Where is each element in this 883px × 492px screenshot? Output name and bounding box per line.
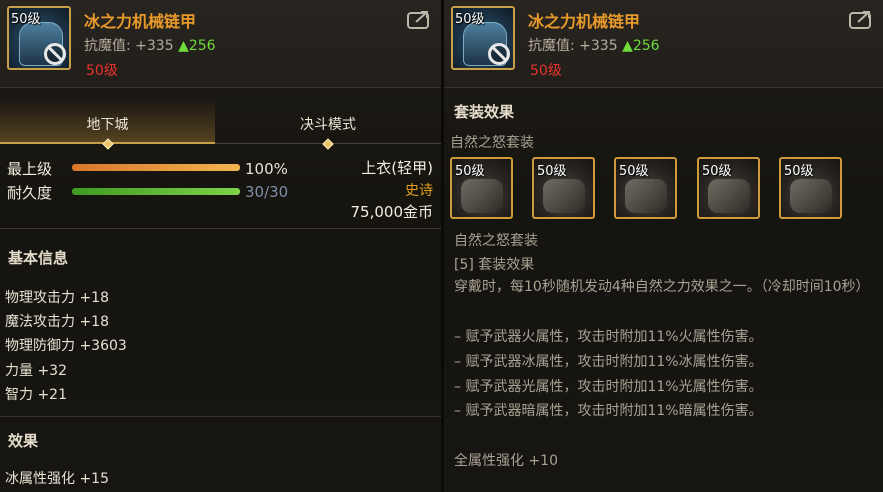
unusable-icon <box>44 43 66 65</box>
set-desc-count: [5] 套装效果 <box>454 257 535 273</box>
unusable-icon <box>488 43 510 65</box>
required-level: 50级 <box>530 63 562 79</box>
set-item-slot[interactable]: 50级 <box>697 157 760 219</box>
durability-label: 耐久度 <box>7 184 53 202</box>
sell-price: 75,000金币 <box>350 203 434 221</box>
tab-label: 地下城 <box>86 117 129 133</box>
mode-tabs: 地下城 决斗模式 <box>0 100 441 150</box>
tab-dungeon[interactable]: 地下城 <box>0 100 215 150</box>
set-piece-icon <box>543 179 585 213</box>
item-icon[interactable]: 50级 <box>451 6 515 70</box>
upgrade-value: 100% <box>245 160 288 178</box>
resist-value: 抗魔值: +335 ▲256 <box>84 35 216 55</box>
stat-line: 物理攻击力 +18 <box>5 290 109 306</box>
tab-pvp[interactable]: 决斗模式 <box>215 100 441 150</box>
set-effect-line: – 赋予武器光属性，攻击时附加11%光属性伤害。 <box>454 379 763 395</box>
set-item-level: 50级 <box>455 164 485 179</box>
stat-line: 智力 +21 <box>5 387 67 403</box>
set-item-slot[interactable]: 50级 <box>532 157 595 219</box>
set-piece-icon <box>625 179 667 213</box>
resist-value: 抗魔值: +335 ▲256 <box>528 35 660 55</box>
share-icon[interactable] <box>407 9 431 29</box>
set-item-slot[interactable]: 50级 <box>779 157 842 219</box>
set-effect-title: 套装效果 <box>454 103 515 121</box>
set-item-slot[interactable]: 50级 <box>614 157 677 219</box>
slot-type: 上衣(轻甲) <box>361 159 433 177</box>
upgrade-label: 最上级 <box>7 160 53 178</box>
set-item-level: 50级 <box>784 164 814 179</box>
set-item-level: 50级 <box>702 164 732 179</box>
resist-delta: ▲256 <box>178 38 216 54</box>
tab-label: 决斗模式 <box>300 117 356 133</box>
durability-bar-fill <box>72 188 240 195</box>
durability-value: 30/30 <box>245 183 289 201</box>
item-tooltip-right: 50级 冰之力机械链甲 抗魔值: +335 ▲256 50级 套装效果 自然之怒… <box>444 0 883 492</box>
stat-line: 物理防御力 +3603 <box>5 338 127 354</box>
set-piece-icon <box>790 179 832 213</box>
tab-diamond-icon <box>101 138 114 150</box>
icon-level-label: 50级 <box>11 12 41 27</box>
set-effect-line: – 赋予武器冰属性，攻击时附加11%冰属性伤害。 <box>454 354 763 370</box>
resist-delta: ▲256 <box>622 38 660 54</box>
tab-diamond-icon <box>322 138 334 150</box>
item-tooltip-left: 50级 冰之力机械链甲 抗魔值: +335 ▲256 50级 地下城 决斗模式 … <box>0 0 441 492</box>
stat-line: 力量 +32 <box>5 363 67 379</box>
set-desc-main: 穿戴时，每10秒随机发动4种自然之力效果之一。（冷却时间10秒） <box>454 279 870 295</box>
set-bonus-line: 全属性强化 +10 <box>454 453 558 469</box>
icon-level-label: 50级 <box>455 12 485 27</box>
set-desc-name: 自然之怒套装 <box>454 233 538 249</box>
basic-info-title: 基本信息 <box>8 249 69 267</box>
divider <box>0 228 441 229</box>
effect-line: 冰属性强化 +15 <box>5 471 109 487</box>
set-piece-icon <box>461 179 503 213</box>
set-name: 自然之怒套装 <box>450 135 534 151</box>
durability-bar <box>72 188 240 195</box>
set-effect-line: – 赋予武器暗属性，攻击时附加11%暗属性伤害。 <box>454 403 763 419</box>
set-piece-icon <box>708 179 750 213</box>
set-item-level: 50级 <box>619 164 649 179</box>
item-header: 50级 冰之力机械链甲 抗魔值: +335 ▲256 50级 <box>0 0 441 88</box>
upgrade-bar-fill <box>72 164 240 171</box>
upgrade-bar <box>72 164 240 171</box>
stat-line: 魔法攻击力 +18 <box>5 314 109 330</box>
item-icon[interactable]: 50级 <box>7 6 71 70</box>
rarity-label: 史诗 <box>405 183 433 199</box>
item-name: 冰之力机械链甲 <box>528 12 641 31</box>
share-icon[interactable] <box>849 9 873 29</box>
item-header: 50级 冰之力机械链甲 抗魔值: +335 ▲256 50级 <box>444 0 883 88</box>
set-item-level: 50级 <box>537 164 567 179</box>
set-item-slot[interactable]: 50级 <box>450 157 513 219</box>
item-name: 冰之力机械链甲 <box>84 12 197 31</box>
required-level: 50级 <box>86 63 118 79</box>
resist-label: 抗魔值: +335 <box>84 38 174 54</box>
effects-title: 效果 <box>8 432 39 450</box>
set-effect-line: – 赋予武器火属性，攻击时附加11%火属性伤害。 <box>454 329 763 345</box>
divider <box>0 416 441 417</box>
resist-label: 抗魔值: +335 <box>528 38 618 54</box>
